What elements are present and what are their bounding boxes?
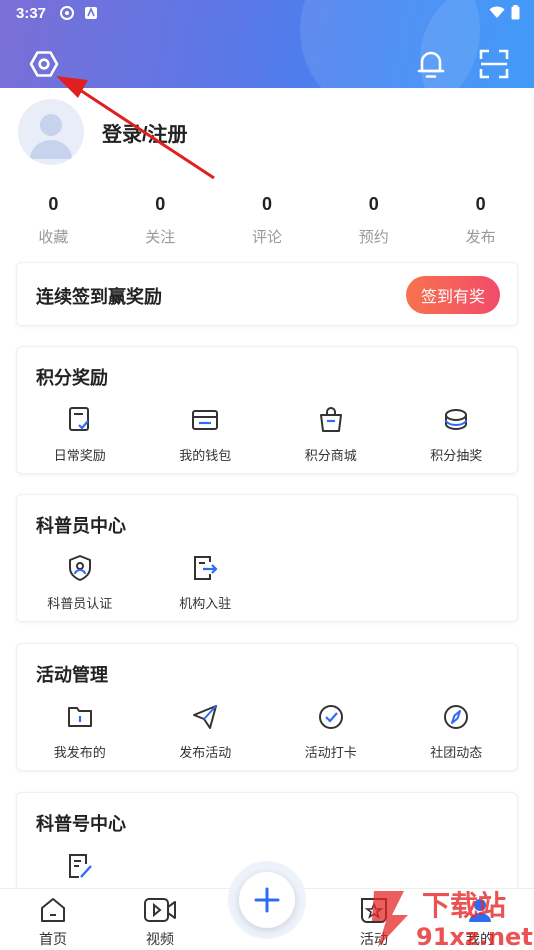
tab-label: 视频 <box>146 931 174 947</box>
annotation-arrow-icon <box>56 76 215 180</box>
plus-icon <box>254 887 280 913</box>
tab-home[interactable]: 首页 <box>18 895 88 949</box>
video-icon <box>144 898 176 922</box>
watermark-text-bottom: 91xz.net <box>416 923 533 950</box>
tab-video[interactable]: 视频 <box>125 895 195 949</box>
watermark-text-top: 下载站 <box>422 889 506 922</box>
create-button[interactable] <box>239 872 295 928</box>
tab-label: 首页 <box>39 931 67 947</box>
watermark-logo: 下载站 91xz.net <box>364 885 534 950</box>
home-icon <box>41 898 65 922</box>
